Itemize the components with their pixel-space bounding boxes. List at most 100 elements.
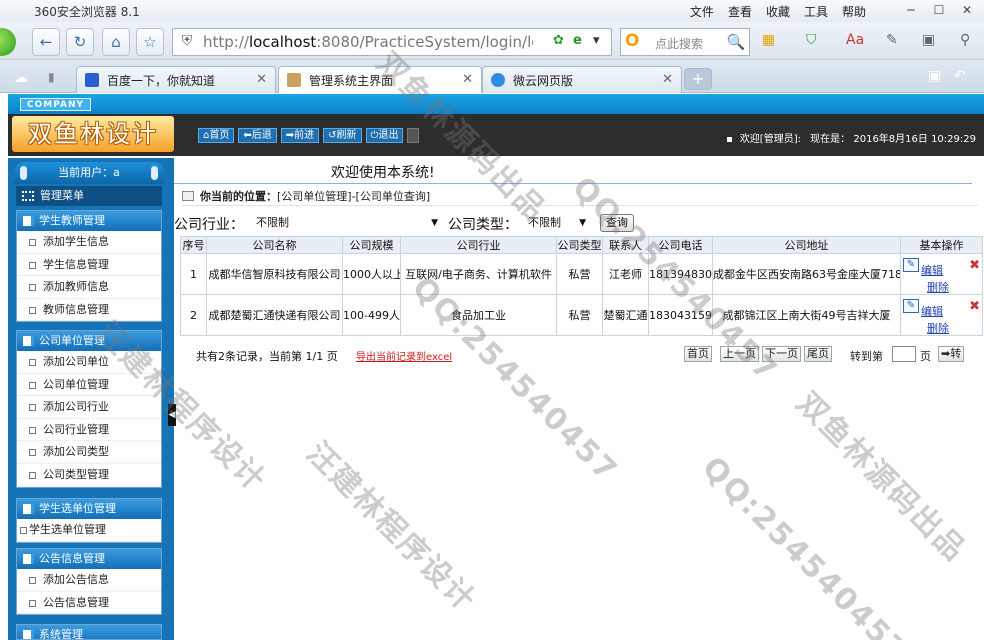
app-header: COMPANY 双鱼林设计 ⌂首页 ⬅后退 ➡前进 ↺刷新 ⏻退出 欢迎[管理员… — [8, 94, 984, 156]
query-button[interactable]: 查询 — [600, 214, 634, 232]
shield-guard-icon[interactable]: ⛉ — [806, 32, 817, 48]
sidebar-item-company-manage[interactable]: 公司单位管理 — [17, 374, 161, 397]
last-page-button[interactable]: 尾页 — [804, 346, 832, 362]
close-icon[interactable]: ✕ — [954, 1, 980, 19]
chevron-down-icon: ▼ — [431, 218, 438, 228]
nav-refresh-button[interactable]: ↺刷新 — [323, 128, 362, 143]
window-controls: ─ ☐ ✕ — [898, 1, 980, 19]
cell-actions: ✎ 编辑 删除 ✖ — [900, 294, 983, 336]
sidebar-item-add-industry[interactable]: 添加公司行业 — [17, 396, 161, 419]
group-header[interactable]: 系统管理 — [17, 625, 161, 639]
tab-list-icon[interactable]: ▮ — [48, 70, 55, 84]
edit-link[interactable]: 编辑 — [921, 262, 943, 278]
chevron-down-icon[interactable]: ▾ — [593, 33, 600, 48]
back-icon[interactable]: ← — [32, 28, 60, 56]
sidebar-item-add-notice[interactable]: 添加公告信息 — [17, 569, 161, 592]
undo-close-icon[interactable]: ↶ — [954, 68, 966, 84]
type-select[interactable]: 不限制 ▼ — [524, 214, 588, 232]
breadcrumb: 你当前的位置：[公司单位管理]-[公司单位查询] — [182, 188, 978, 206]
screenshot-icon[interactable]: ▣ — [922, 32, 935, 48]
edit-icon[interactable]: ✎ — [903, 258, 919, 272]
delete-icon[interactable]: ✖ — [969, 299, 980, 314]
tab-close-icon[interactable]: ✕ — [662, 72, 673, 87]
sidebar-item-add-student[interactable]: 添加学生信息 — [17, 231, 161, 254]
group-header[interactable]: 学生选单位管理 — [17, 499, 161, 519]
welcome-status: 欢迎[管理员]: 现在是： 2016年8月16日 10:29:29 — [726, 130, 976, 145]
browser-titlebar: 360安全浏览器 8.1 文件 查看 收藏 工具 帮助 ─ ☐ ✕ — [0, 0, 984, 22]
delete-icon[interactable]: ✖ — [969, 258, 980, 273]
weiyun-cloud-icon — [491, 73, 505, 87]
group-header[interactable]: 公司单位管理 — [17, 331, 161, 351]
menu-group-notice: 公告信息管理 添加公告信息 公告信息管理 — [16, 548, 162, 616]
sidebar-item-student-manage[interactable]: 学生信息管理 — [17, 254, 161, 277]
apps-grid-icon[interactable]: ▦ — [762, 32, 775, 48]
menu-tools[interactable]: 工具 — [804, 3, 828, 20]
minimize-icon[interactable]: ─ — [898, 1, 924, 19]
folder-icon — [23, 554, 34, 564]
nav-back-button[interactable]: ⬅后退 — [238, 128, 277, 143]
menu-file[interactable]: 文件 — [690, 3, 714, 20]
go-button[interactable]: ➡转 — [938, 346, 965, 362]
group-header[interactable]: 学生教师管理 — [17, 211, 161, 231]
tab-bar: ☁ ▮ 百度一下，你就知道 ✕ 管理系统主界面 ✕ 微云网页版 ✕ + ▣ ↶ — [0, 60, 984, 93]
browser-e-icon[interactable]: e — [573, 33, 582, 48]
gear-icon[interactable]: ✿ — [553, 33, 564, 48]
sidebar-item-industry-manage[interactable]: 公司行业管理 — [17, 419, 161, 442]
tab-admin-main[interactable]: 管理系统主界面 ✕ — [278, 66, 482, 93]
export-excel-link[interactable]: 导出当前记录到excel — [356, 348, 452, 363]
menu-favorites[interactable]: 收藏 — [766, 3, 790, 20]
page-icon — [29, 284, 36, 292]
translate-icon[interactable]: Aa — [846, 32, 864, 48]
sidebar-item-company-type-manage[interactable]: 公司类型管理 — [17, 464, 161, 487]
edit-icon[interactable]: ✎ — [903, 299, 919, 313]
address-url[interactable]: http://localhost:8080/PracticeSystem/log… — [203, 33, 533, 51]
maximize-icon[interactable]: ☐ — [926, 1, 952, 19]
table-header-row: 序号 公司名称 公司规模 公司行业 公司类型 联系人 公司电话 公司地址 基本操… — [180, 236, 983, 254]
favorite-star-icon[interactable]: ☆ — [136, 28, 164, 56]
cell-scale: 100-499人 — [342, 294, 401, 336]
sidebar-item-teacher-manage[interactable]: 教师信息管理 — [17, 299, 161, 322]
column-header: 序号 — [180, 236, 207, 254]
industry-select[interactable]: 不限制 ▼ — [252, 214, 440, 232]
delete-link[interactable]: 删除 — [927, 279, 949, 294]
record-info: 共有2条记录，当前第 1/1 页 — [196, 350, 338, 363]
delete-link[interactable]: 删除 — [927, 320, 949, 335]
address-bar[interactable]: ⛨ http://localhost:8080/PracticeSystem/l… — [172, 28, 612, 56]
tab-weiyun[interactable]: 微云网页版 ✕ — [482, 66, 682, 93]
tab-close-icon[interactable]: ✕ — [462, 72, 473, 87]
group-header[interactable]: 公告信息管理 — [17, 549, 161, 569]
search-icon[interactable]: 🔍 — [722, 28, 750, 56]
cell-name: 成都楚蜀汇通快递有限公司 — [206, 294, 343, 336]
menu-group-system: 系统管理 — [16, 624, 162, 640]
nav-logout-button[interactable]: ⏻退出 — [365, 128, 404, 143]
cloud-icon[interactable]: ☁ — [14, 70, 28, 86]
first-page-button[interactable]: 首页 — [684, 346, 712, 362]
menu-view[interactable]: 查看 — [728, 3, 752, 20]
sidebar-item-notice-manage[interactable]: 公告信息管理 — [17, 592, 161, 615]
nav-home-button[interactable]: ⌂首页 — [198, 128, 235, 143]
collapse-arrow-icon[interactable]: ◀ — [168, 404, 176, 426]
page-number-input[interactable] — [892, 346, 916, 362]
header-nav: ⌂首页 ⬅后退 ➡前进 ↺刷新 ⏻退出 — [198, 128, 420, 143]
nav-menu-icon[interactable] — [407, 128, 420, 143]
tab-baidu[interactable]: 百度一下，你就知道 ✕ — [76, 66, 276, 93]
sidebar-item-add-company-type[interactable]: 添加公司类型 — [17, 441, 161, 464]
zoom-icon[interactable]: ⚲ — [960, 32, 970, 48]
refresh-icon: ↺ — [328, 130, 337, 141]
search-engine-icon[interactable]: O — [625, 31, 639, 51]
menu-help[interactable]: 帮助 — [842, 3, 866, 20]
edit-link[interactable]: 编辑 — [921, 303, 943, 319]
nav-forward-button[interactable]: ➡前进 — [280, 128, 320, 143]
new-tab-button[interactable]: + — [684, 68, 712, 90]
current-datetime: 2016年8月16日 10:29:29 — [853, 134, 976, 145]
sidebar-item-add-teacher[interactable]: 添加教师信息 — [17, 276, 161, 299]
tab-close-icon[interactable]: ✕ — [256, 72, 267, 87]
refresh-icon[interactable]: ↻ — [66, 28, 94, 56]
extension-icon[interactable]: ✎ — [886, 32, 898, 48]
sidebar-item-selection-manage[interactable]: 学生选单位管理 — [17, 519, 161, 542]
prev-page-button[interactable]: 上一页 — [720, 346, 759, 362]
next-page-button[interactable]: 下一页 — [762, 346, 801, 362]
sidebar-toggle-icon[interactable]: ▣ — [928, 68, 941, 84]
home-icon[interactable]: ⌂ — [102, 28, 130, 56]
sidebar-item-add-company[interactable]: 添加公司单位 — [17, 351, 161, 374]
